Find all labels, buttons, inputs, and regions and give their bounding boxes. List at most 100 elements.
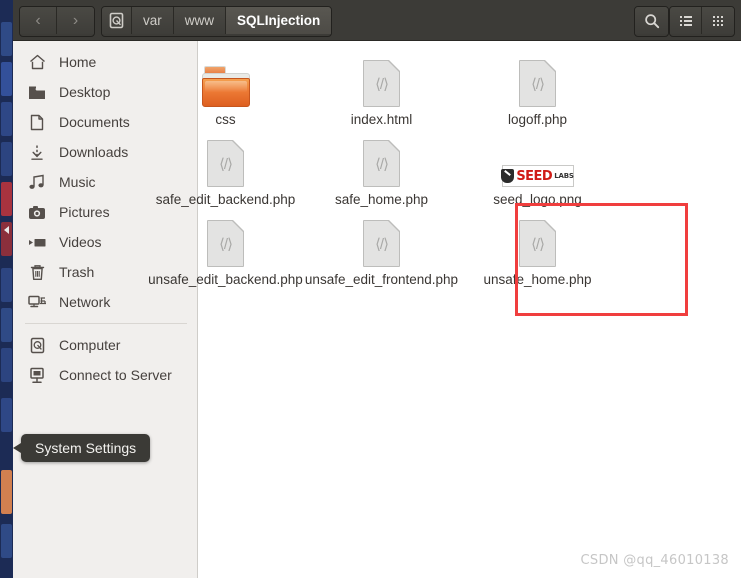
code-file-icon: ⟨/⟩: [519, 60, 556, 107]
file-item[interactable]: ⟨/⟩ logoff.php: [460, 55, 615, 128]
trash-icon: [27, 262, 47, 282]
breadcrumb-item-www[interactable]: www: [173, 7, 227, 34]
search-button[interactable]: [635, 7, 668, 34]
toolbar: ‹ › var www SQLInjection: [13, 0, 741, 41]
folder-icon: [201, 66, 250, 107]
document-icon: [27, 112, 47, 132]
sidebar-item-label: Music: [59, 174, 96, 190]
network-icon: [27, 292, 47, 312]
computer-disk-icon: [27, 335, 47, 355]
code-file-icon: ⟨/⟩: [363, 140, 400, 187]
file-item[interactable]: ⟨/⟩ index.html: [304, 55, 459, 128]
breadcrumb-item-sqlinjection[interactable]: SQLInjection: [226, 7, 332, 34]
file-item[interactable]: css: [148, 55, 303, 128]
launcher-icon[interactable]: [1, 398, 12, 432]
sidebar-item-label: Connect to Server: [59, 367, 172, 383]
server-icon: [27, 365, 47, 385]
file-label: css: [215, 112, 236, 127]
sidebar-item-label: Home: [59, 54, 97, 70]
system-settings-tooltip: System Settings: [12, 434, 151, 462]
file-item[interactable]: ⟨/⟩ safe_home.php: [304, 135, 459, 208]
search-button-group: [634, 6, 669, 37]
seed-labs-logo-icon: SEED LABS: [501, 165, 574, 187]
chevron-left-icon: ‹: [35, 11, 41, 29]
launcher-icon[interactable]: [1, 268, 12, 302]
back-button[interactable]: ‹: [20, 7, 57, 34]
sidebar-divider: [25, 323, 187, 324]
file-icon-wrapper: ⟨/⟩: [460, 55, 615, 107]
forward-button[interactable]: ›: [57, 7, 94, 34]
file-icon-wrapper: [148, 55, 303, 107]
file-item[interactable]: ⟨/⟩ unsafe_home.php: [460, 215, 615, 288]
file-label: unsafe_edit_frontend.php: [304, 272, 459, 287]
sidebar-item-network[interactable]: Network: [13, 287, 197, 317]
chevron-right-icon: ›: [72, 11, 79, 29]
watermark: CSDN @qq_46010138: [580, 553, 729, 568]
launcher-icon[interactable]: [1, 524, 12, 558]
file-icon-wrapper: ⟨/⟩: [304, 55, 459, 107]
file-manager-window: ‹ › var www SQLInjection Home Desktop Do…: [0, 0, 741, 578]
sidebar-item-connect-to-server[interactable]: Connect to Server: [13, 360, 197, 390]
navigation-buttons: ‹ ›: [19, 6, 95, 37]
grid-view-button[interactable]: [702, 7, 734, 34]
sidebar-item-label: Downloads: [59, 144, 129, 160]
camera-icon: [27, 202, 47, 222]
file-item[interactable]: ⟨/⟩ safe_edit_backend.php: [148, 135, 303, 208]
launcher-active-arrow-icon: [4, 226, 9, 234]
file-icon-wrapper: ⟨/⟩: [148, 135, 303, 187]
launcher-icon[interactable]: [1, 470, 12, 514]
sidebar-item-label: Pictures: [59, 204, 110, 220]
file-icon-wrapper: ⟨/⟩: [304, 135, 459, 187]
sidebar-item-label: Computer: [59, 337, 121, 353]
launcher-icon[interactable]: [1, 308, 12, 342]
file-label: safe_home.php: [334, 192, 429, 207]
download-arrow-icon: [27, 142, 47, 162]
sidebar-item-label: Trash: [59, 264, 95, 280]
search-icon: [644, 13, 659, 28]
sidebar-item-label: Videos: [59, 234, 102, 250]
grid-view-icon: [713, 15, 723, 26]
computer-disk-icon: [109, 12, 124, 29]
breadcrumb-item-var[interactable]: var: [132, 7, 174, 34]
launcher-icon[interactable]: [1, 142, 12, 176]
file-label: unsafe_edit_backend.php: [148, 272, 303, 287]
code-file-icon: ⟨/⟩: [207, 140, 244, 187]
music-note-icon: [27, 172, 47, 192]
launcher-icon[interactable]: [1, 102, 12, 136]
sidebar-item-computer[interactable]: Computer: [13, 330, 197, 360]
launcher-icon[interactable]: [1, 182, 12, 216]
tooltip-label: System Settings: [35, 440, 137, 456]
unity-launcher[interactable]: [0, 0, 13, 578]
file-label: seed_logo.png: [493, 192, 582, 207]
file-item[interactable]: ⟨/⟩ unsafe_edit_frontend.php: [304, 215, 459, 288]
code-file-icon: ⟨/⟩: [207, 220, 244, 267]
file-label: unsafe_home.php: [483, 272, 592, 287]
sidebar-item-label: Desktop: [59, 84, 111, 100]
launcher-icon[interactable]: [1, 62, 12, 96]
list-view-button[interactable]: [670, 7, 702, 34]
file-item[interactable]: ⟨/⟩ unsafe_edit_backend.php: [148, 215, 303, 288]
launcher-icon[interactable]: [1, 22, 12, 56]
code-file-icon: ⟨/⟩: [519, 220, 556, 267]
code-file-icon: ⟨/⟩: [363, 220, 400, 267]
list-view-icon: [679, 15, 692, 26]
file-item[interactable]: SEED LABS seed_logo.png: [460, 135, 615, 208]
desktop-folder-icon: [27, 82, 47, 102]
home-icon: [27, 52, 47, 72]
file-icon-wrapper: ⟨/⟩: [460, 215, 615, 267]
file-label: index.html: [350, 112, 413, 127]
file-label: safe_edit_backend.php: [155, 192, 296, 207]
sidebar-item-label: Network: [59, 294, 111, 310]
file-icon-wrapper: ⟨/⟩: [148, 215, 303, 267]
video-clapper-icon: [27, 232, 47, 252]
sidebar-item-label: Documents: [59, 114, 130, 130]
breadcrumb: var www SQLInjection: [101, 6, 333, 37]
file-icon-wrapper: ⟨/⟩: [304, 215, 459, 267]
launcher-icon[interactable]: [1, 348, 12, 382]
file-grid[interactable]: css ⟨/⟩ index.html ⟨/⟩ logoff.php ⟨/⟩ safe_edi…: [148, 41, 741, 578]
file-icon-wrapper: SEED LABS: [460, 135, 615, 187]
file-label: logoff.php: [507, 112, 568, 127]
code-file-icon: ⟨/⟩: [363, 60, 400, 107]
breadcrumb-item-computer[interactable]: [102, 7, 132, 34]
view-mode-buttons: [669, 6, 735, 37]
